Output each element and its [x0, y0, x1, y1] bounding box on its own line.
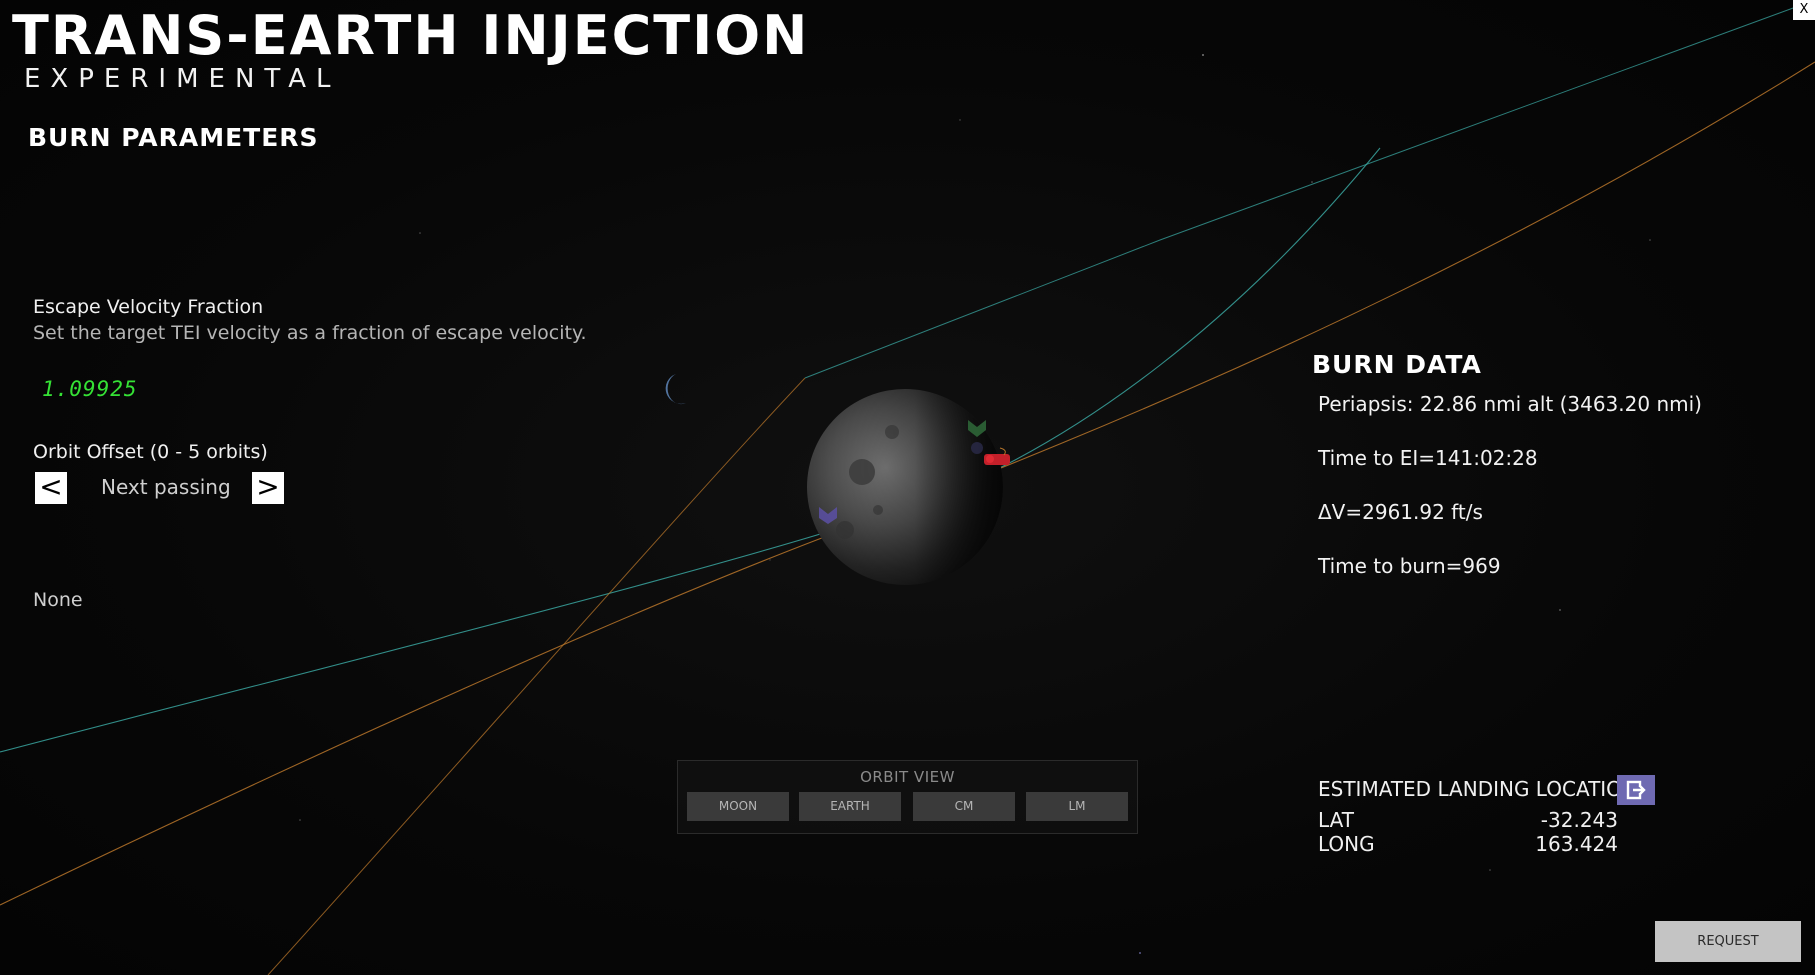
escape-velocity-description: Set the target TEI velocity as a fractio… — [33, 322, 587, 344]
time-to-burn-readout: Time to burn=969 — [1318, 554, 1501, 578]
page-subtitle: EXPERIMENTAL — [24, 64, 341, 94]
long-value: 163.424 — [1535, 832, 1618, 856]
earth-marker — [665, 374, 686, 405]
export-icon — [1626, 780, 1646, 800]
orbit-offset-prev-button[interactable]: < — [35, 472, 67, 504]
burn-data-title: BURN DATA — [1312, 350, 1482, 379]
tei-screen: TRANS-EARTH INJECTION EXPERIMENTAL X BUR… — [0, 0, 1815, 975]
orbit-offset-next-button[interactable]: > — [252, 472, 284, 504]
orbit-view-panel: ORBIT VIEW MOON EARTH CM LM — [677, 760, 1138, 834]
moon-body — [807, 389, 1003, 585]
close-button[interactable]: X — [1793, 0, 1815, 20]
orbit-offset-label: Orbit Offset (0 - 5 orbits) — [33, 441, 268, 463]
orbit-view-title: ORBIT VIEW — [860, 768, 955, 786]
lat-value: -32.243 — [1540, 808, 1618, 832]
delta-v-readout: ΔV=2961.92 ft/s — [1318, 500, 1483, 524]
export-button[interactable] — [1617, 775, 1655, 805]
trajectory-cyan-upper — [804, 0, 1815, 379]
orbit-view-lm-button[interactable]: LM — [1026, 792, 1128, 821]
burn-status-text: None — [33, 589, 83, 611]
lat-label: LAT — [1318, 808, 1354, 832]
request-button[interactable]: REQUEST — [1655, 921, 1801, 962]
escape-velocity-value[interactable]: 1.09925 — [42, 377, 138, 401]
burn-parameters-title: BURN PARAMETERS — [28, 123, 319, 152]
page-title: TRANS-EARTH INJECTION — [12, 4, 810, 67]
landing-location-title: ESTIMATED LANDING LOCATION — [1318, 777, 1637, 801]
time-to-ei-readout: Time to EI=141:02:28 — [1318, 446, 1538, 470]
long-label: LONG — [1318, 832, 1375, 856]
trajectory-orange-diagonal — [267, 377, 806, 975]
orbit-offset-value: Next passing — [101, 475, 231, 499]
orbit-view-cm-button[interactable]: CM — [913, 792, 1015, 821]
escape-velocity-label: Escape Velocity Fraction — [33, 296, 264, 318]
periapsis-readout: Periapsis: 22.86 nmi alt (3463.20 nmi) — [1318, 392, 1702, 416]
orbit-view-earth-button[interactable]: EARTH — [799, 792, 901, 821]
orbit-view-moon-button[interactable]: MOON — [687, 792, 789, 821]
